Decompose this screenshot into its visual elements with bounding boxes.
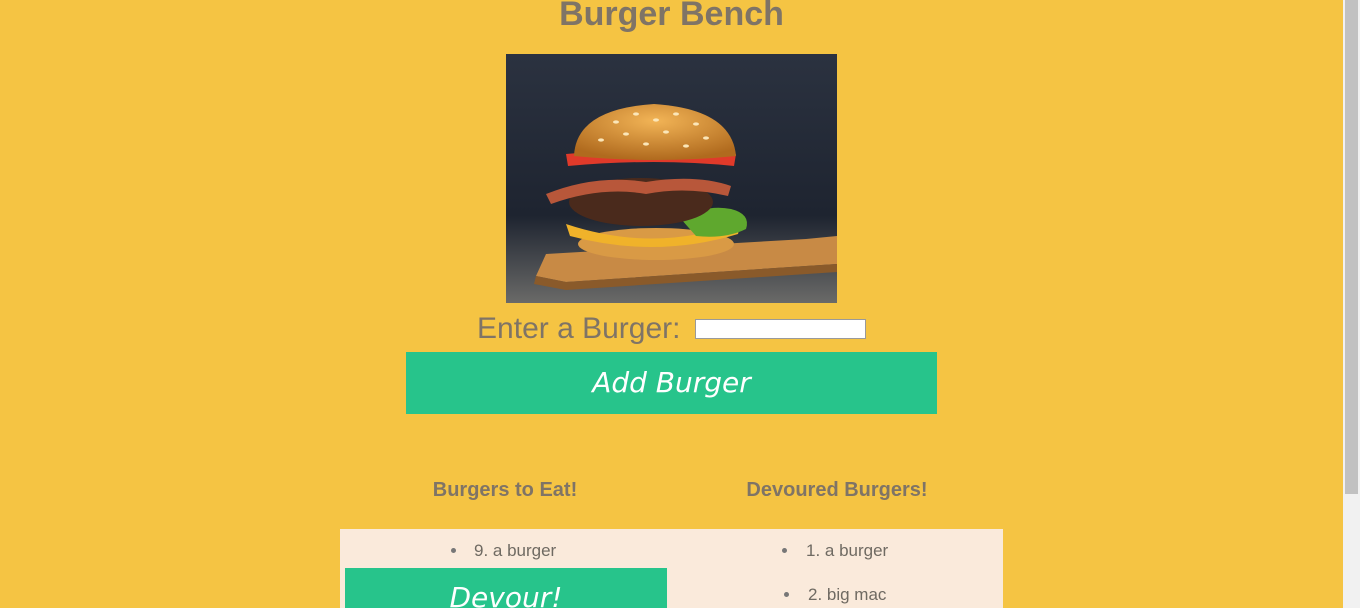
list-item: 2. big mac <box>672 573 1003 608</box>
burger-photo <box>506 54 837 303</box>
add-burger-button[interactable]: Add Burger <box>406 352 937 414</box>
burger-lists-panel: 9. a burger Devour! 1. a burger 2. big m… <box>340 529 1003 608</box>
burger-name-input[interactable] <box>694 319 866 339</box>
to-eat-list: 9. a burger <box>340 529 671 573</box>
devoured-list: 1. a burger 2. big mac <box>672 529 1003 608</box>
bullet-icon <box>784 592 789 597</box>
enter-burger-row: Enter a Burger: <box>0 312 1343 346</box>
to-eat-column: 9. a burger Devour! <box>340 529 671 608</box>
burgers-to-eat-heading: Burgers to Eat! <box>432 479 578 501</box>
burger-item-text: 9. a burger <box>474 541 557 560</box>
enter-burger-label: Enter a Burger: <box>477 312 681 345</box>
devour-button[interactable]: Devour! <box>345 568 667 608</box>
burger-item-text: 1. a burger <box>806 541 889 560</box>
list-item: 9. a burger <box>340 529 671 573</box>
devoured-burgers-heading: Devoured Burgers! <box>746 479 928 501</box>
list-item: 1. a burger <box>672 529 1003 573</box>
scrollbar-thumb[interactable] <box>1345 0 1358 494</box>
bullet-icon <box>782 548 787 553</box>
page-scrollbar[interactable] <box>1343 0 1360 608</box>
page-title: Burger Bench <box>559 0 784 33</box>
burger-item-text: 2. big mac <box>808 585 887 604</box>
bullet-icon <box>451 548 456 553</box>
devoured-column: 1. a burger 2. big mac <box>672 529 1003 608</box>
